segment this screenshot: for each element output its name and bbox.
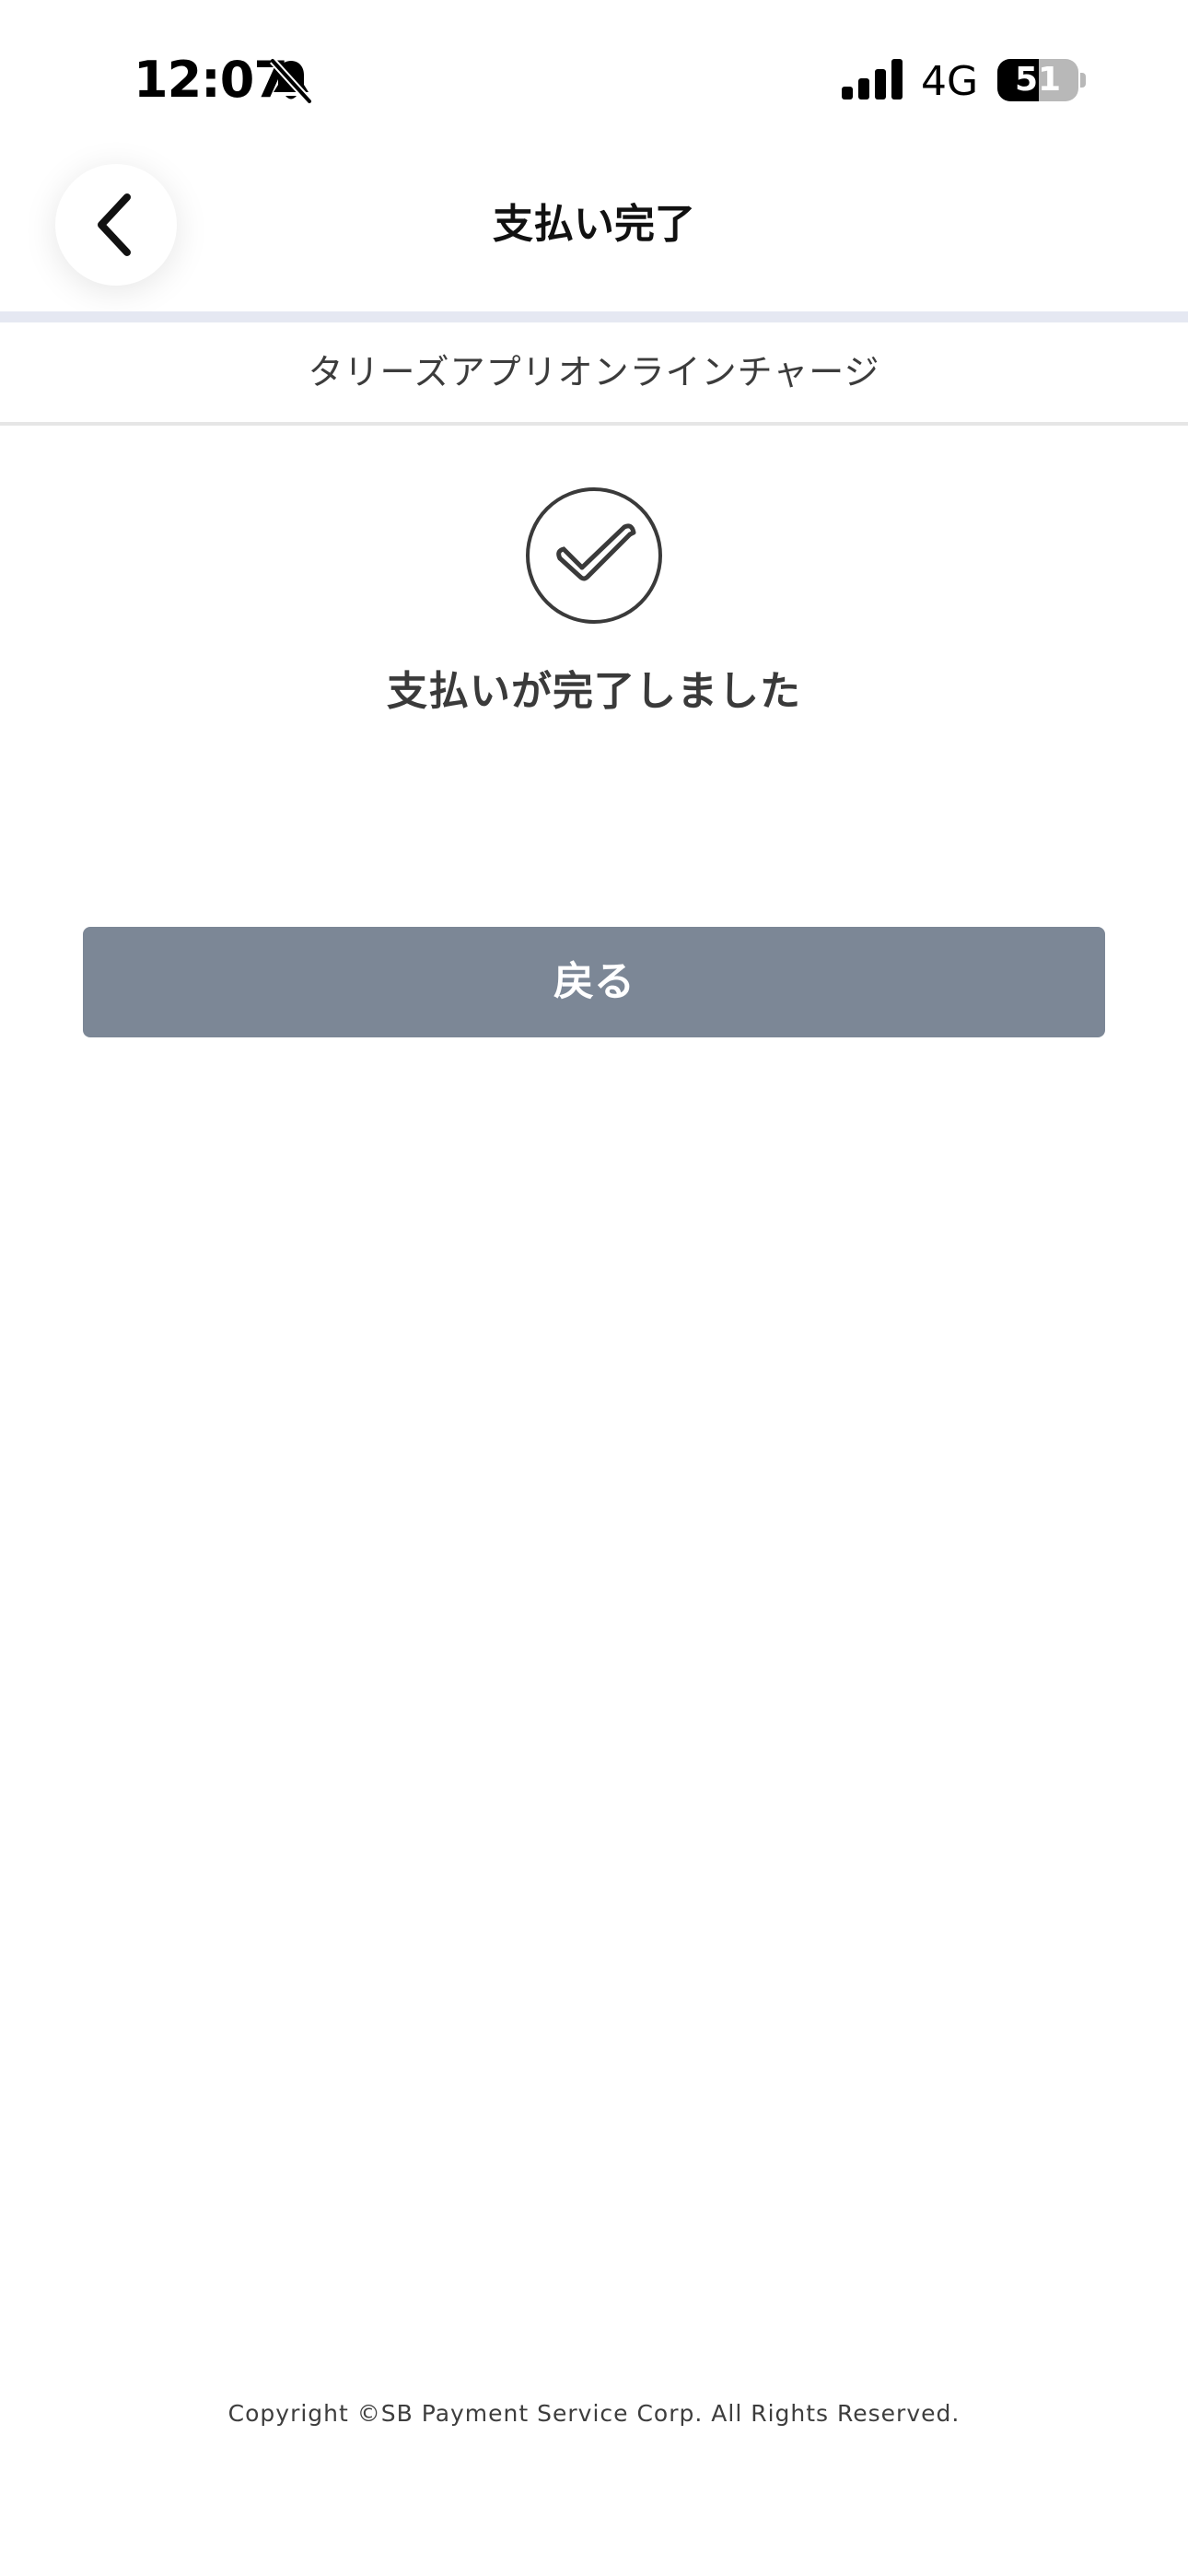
return-button[interactable]: 戻る bbox=[83, 927, 1105, 1037]
battery-percent: 51 bbox=[1014, 61, 1062, 99]
status-bar: 12:07 4G 51 bbox=[0, 0, 1188, 157]
signal-icon bbox=[842, 59, 903, 100]
header-divider bbox=[0, 311, 1188, 322]
copyright-text: Copyright ©SB Payment Service Corp. All … bbox=[227, 2400, 961, 2427]
status-time: 12:07 bbox=[134, 51, 288, 109]
merchant-name: タリーズアプリオンラインチャージ bbox=[0, 322, 1188, 426]
nav-header: 支払い完了 bbox=[0, 157, 1188, 311]
check-circle-icon bbox=[526, 487, 662, 624]
bell-slash-icon bbox=[270, 58, 312, 104]
payment-complete-message: 支払いが完了しました bbox=[387, 668, 801, 715]
battery-icon: 51 bbox=[997, 59, 1086, 101]
network-type: 4G bbox=[921, 58, 979, 105]
page-title: 支払い完了 bbox=[493, 201, 695, 248]
